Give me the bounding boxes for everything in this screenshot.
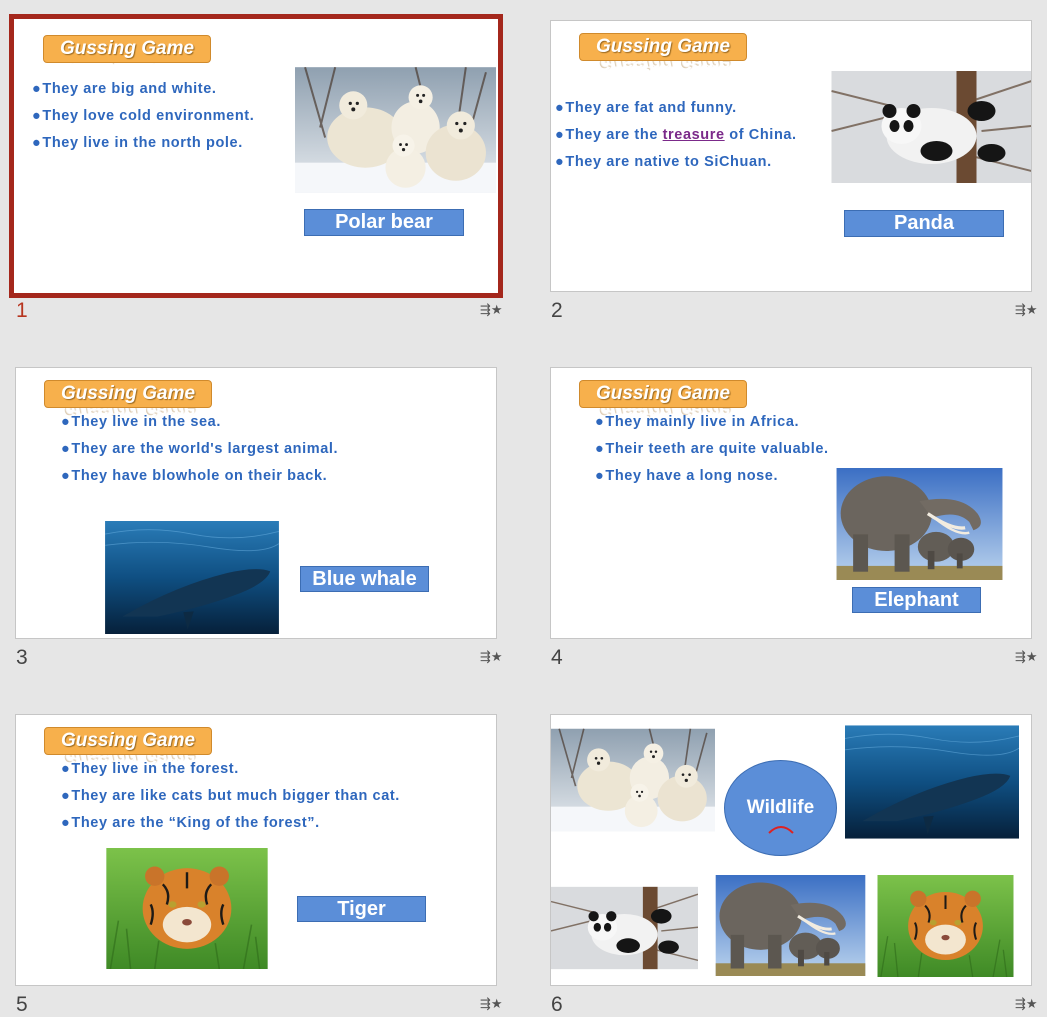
bullet-2: ●They are like cats but much bigger than… [61,788,400,804]
bullet-dot: ● [32,135,42,151]
tiger-image [877,875,1014,977]
answer-label: Tiger [297,896,426,922]
animation-star-icon: ⇶★ [1015,303,1038,318]
bullet-1: ●They are fat and funny. [555,100,737,116]
bullet-3: ●They are native to SiChuan. [555,154,772,170]
blue-whale-image [105,521,279,634]
slide-number-1: 1 [16,299,28,322]
bullet-2: ●They are the world's largest animal. [61,441,339,457]
slide-number-6: 6 [551,993,563,1016]
answer-label: Elephant [852,587,981,613]
animation-star-icon: ⇶★ [1015,650,1038,665]
game-title: Gussing Game [44,380,212,408]
bullet-dot: ● [32,81,42,97]
slide-number-2: 2 [551,299,563,322]
smile-arc [767,826,794,834]
animation-star-icon: ⇶★ [480,303,503,318]
answer-label: Polar bear [304,209,464,236]
bullet-dot: ● [595,441,605,457]
bullet-2: ●Their teeth are quite valuable. [595,441,829,457]
bullet-dot: ● [595,414,605,430]
hyperlink-treasure[interactable]: treasure [663,127,725,143]
animation-star-icon: ⇶★ [1015,997,1038,1012]
bullet-dot: ● [61,441,71,457]
game-title: Gussing Game [579,380,747,408]
slide-number-3: 3 [16,646,28,669]
panda-image [831,71,1032,183]
answer-label: Panda [844,210,1004,237]
slide-thumbnail-3[interactable]: Gussing Game Gussing Game ●They live in … [15,367,497,639]
animation-star-icon: ⇶★ [480,997,503,1012]
bullet-dot: ● [555,127,565,143]
slide-thumbnail-1[interactable]: Gussing Game Gussing Game ●They are big … [9,14,503,298]
bullet-3: ●They are the “King of the forest”. [61,815,320,831]
bullet-dot: ● [32,108,42,124]
answer-label: Blue whale [300,566,429,592]
bullet-2: ●They are the treasure of China. [555,127,797,143]
bullet-3: ●They have a long nose. [595,468,779,484]
bullet-1: ●They mainly live in Africa. [595,414,800,430]
bullet-1: ●They are big and white. [32,81,217,97]
animation-star-icon: ⇶★ [480,650,503,665]
bullet-dot: ● [595,468,605,484]
bullet-dot: ● [61,761,71,777]
slide-thumbnail-5[interactable]: Gussing Game Gussing Game ●They live in … [15,714,497,986]
polar-bear-image [551,725,715,835]
elephant-image [714,875,867,976]
slide-thumbnail-4[interactable]: Gussing Game Gussing Game ●They mainly l… [550,367,1032,639]
panda-image [551,878,698,978]
slide-thumbnail-6[interactable]: Wildlife [550,714,1032,986]
wildlife-text: Wildlife [746,797,815,818]
slide-thumbnail-2[interactable]: Gussing Game Gussing Game ●They are fat … [550,20,1032,292]
bullet-dot: ● [555,100,565,116]
tiger-image [106,848,268,969]
blue-whale-image [845,725,1019,839]
slide-number-4: 4 [551,646,563,669]
bullet-dot: ● [555,154,565,170]
bullet-1: ●They live in the forest. [61,761,239,777]
bullet-2: ●They love cold environment. [32,108,255,124]
bullet-dot: ● [61,414,71,430]
bullet-dot: ● [61,815,71,831]
bullet-3: ●They live in the north pole. [32,135,243,151]
wildlife-ellipse: Wildlife [724,760,837,856]
slide-number-5: 5 [16,993,28,1016]
bullet-3: ●They have blowhole on their back. [61,468,328,484]
elephant-image [835,468,1004,580]
game-title: Gussing Game [579,33,747,61]
bullet-1: ●They live in the sea. [61,414,221,430]
bullet-dot: ● [61,788,71,804]
polar-bear-image [295,67,496,193]
game-title: Gussing Game [44,727,212,755]
bullet-dot: ● [61,468,71,484]
game-title: Gussing Game [43,35,211,63]
